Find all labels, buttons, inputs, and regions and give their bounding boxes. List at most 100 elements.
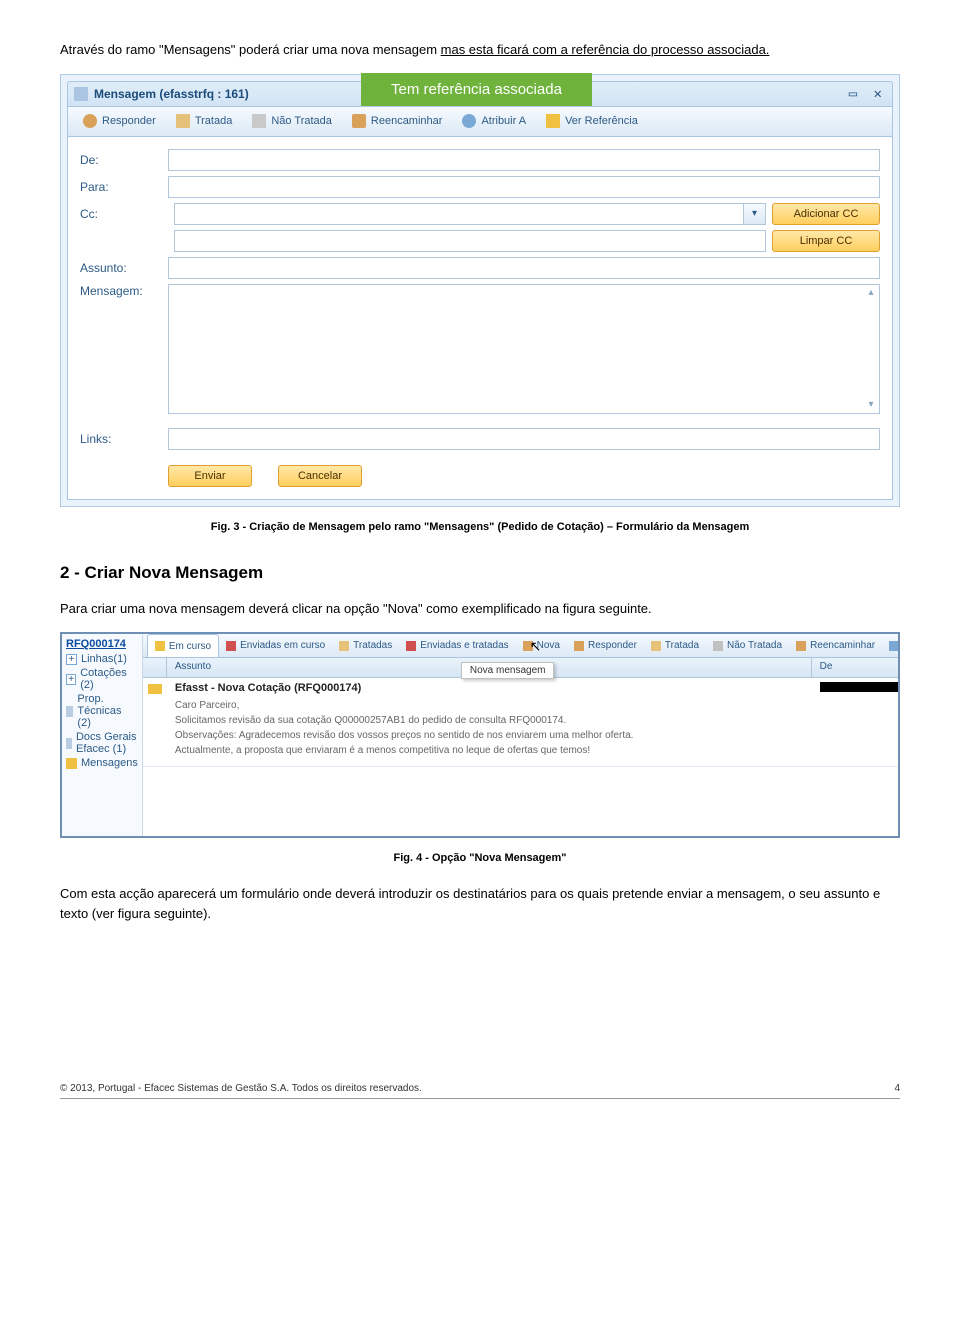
tree-label: Cotações (2) (80, 667, 138, 691)
ver-referencia-button[interactable]: Ver Referência (537, 110, 647, 132)
scroll-down-icon[interactable]: ▾ (866, 400, 876, 410)
tab-label: Reencaminhar (810, 640, 875, 651)
nao-tratada-button[interactable]: Não Tratada (243, 110, 341, 132)
tree-label: Prop. Técnicas (2) (77, 693, 137, 729)
tab-label: Em curso (169, 641, 211, 652)
footer-rule (60, 1098, 900, 1099)
tab-responder[interactable]: Responder (567, 634, 644, 657)
cc-label: Cc: (80, 207, 168, 221)
tree-node-cotacoes[interactable]: + Cotações (2) (66, 667, 138, 691)
tree-label: Docs Gerais Efacec (1) (76, 731, 138, 755)
forward-icon (352, 114, 366, 128)
preview-line: Actualmente, a proposta que enviaram é a… (175, 743, 804, 758)
col-de[interactable]: De (812, 658, 900, 677)
tree-node-docs[interactable]: Docs Gerais Efacec (1) (66, 731, 138, 755)
figure4-caption: Fig. 4 - Opção "Nova Mensagem" (60, 852, 900, 864)
enviar-button[interactable]: Enviar (168, 465, 252, 487)
atribuir-a-label: Atribuir A (481, 115, 526, 127)
tab-nova[interactable]: Nova↖ (516, 634, 567, 657)
tab-reencaminhar[interactable]: Reencaminhar (789, 634, 882, 657)
row-preview: Caro Parceiro, Solicitamos revisão da su… (175, 698, 804, 758)
tab-nao-tratada[interactable]: Não Tratada (706, 634, 789, 657)
folder-icon (66, 706, 73, 717)
forward-icon (796, 641, 806, 651)
mailbox-list: Efasst - Nova Cotação (RFQ000174) Caro P… (143, 678, 900, 836)
cc-dropdown-icon[interactable]: ▾ (744, 203, 766, 225)
tree-root[interactable]: RFQ000174 (66, 638, 138, 650)
reference-banner: Tem referência associada (361, 73, 592, 106)
intro-underlined: mas esta ficará com a referência do proc… (441, 42, 770, 57)
footer-page-number: 4 (894, 1083, 900, 1094)
tab-label: Enviadas em curso (240, 640, 325, 651)
assunto-input[interactable] (168, 257, 880, 279)
tab-em-curso[interactable]: Em curso (147, 634, 219, 657)
atribuir-a-button[interactable]: Atribuir A (453, 110, 535, 132)
mailbox-tabs: Em curso Enviadas em curso Tratadas Envi… (143, 634, 900, 658)
page-icon (74, 87, 88, 101)
col-icon (143, 658, 167, 677)
para-input[interactable] (168, 176, 880, 198)
tab-atribuir-a[interactable]: Atribuir A (882, 634, 900, 657)
tratada-button[interactable]: Tratada (167, 110, 242, 132)
tree-node-prop-tec[interactable]: Prop. Técnicas (2) (66, 693, 138, 729)
expand-icon[interactable]: + (66, 654, 77, 665)
reference-icon (546, 114, 560, 128)
closed-envelope-icon (252, 114, 266, 128)
open-envelope-icon (176, 114, 190, 128)
assunto-label: Assunto: (80, 261, 168, 275)
adicionar-cc-button[interactable]: Adicionar CC (772, 203, 880, 225)
footer-copyright: © 2013, Portugal - Efacec Sistemas de Ge… (60, 1083, 422, 1094)
figure3-caption: Fig. 3 - Criação de Mensagem pelo ramo "… (60, 521, 900, 533)
mensagem-textarea[interactable]: ▴▾ (168, 284, 880, 414)
tab-enviadas-curso[interactable]: Enviadas em curso (219, 634, 332, 657)
links-input[interactable] (168, 428, 880, 450)
links-label: Links: (80, 432, 168, 446)
de-label: De: (80, 153, 168, 167)
cc-select-input[interactable] (174, 203, 744, 225)
page-footer: © 2013, Portugal - Efacec Sistemas de Ge… (60, 1083, 900, 1094)
de-input[interactable] (168, 149, 880, 171)
tree-label: Linhas(1) (81, 653, 127, 665)
tab-label: Tratadas (353, 640, 392, 651)
intro-paragraph: Através do ramo "Mensagens" poderá criar… (60, 40, 900, 60)
sent-icon (406, 641, 416, 651)
tab-label: Não Tratada (727, 640, 782, 651)
assign-icon (462, 114, 476, 128)
nova-tooltip: Nova mensagem (461, 662, 555, 679)
folder-icon (66, 758, 77, 769)
section2-paragraph: Para criar uma nova mensagem deverá clic… (60, 599, 900, 619)
reencaminhar-label: Reencaminhar (371, 115, 443, 127)
tab-label: Enviadas e tratadas (420, 640, 508, 651)
message-dialog-figure: Tem referência associada Mensagem (efass… (60, 74, 900, 507)
tree-node-linhas[interactable]: + Linhas(1) (66, 653, 138, 665)
tab-tratada[interactable]: Tratada (644, 634, 706, 657)
preview-line: Caro Parceiro, (175, 698, 804, 713)
row-sender-redacted (820, 682, 900, 692)
limpar-cc-button[interactable]: Limpar CC (772, 230, 880, 252)
cancelar-button[interactable]: Cancelar (278, 465, 362, 487)
open-envelope-icon (339, 641, 349, 651)
tree-label: Mensagens (81, 757, 138, 769)
reply-icon (83, 114, 97, 128)
dialog-form: De: Para: Cc: ▾ Adicionar CC Limpar CC A… (67, 137, 893, 500)
reply-icon (574, 641, 584, 651)
cc-list-input[interactable] (174, 230, 766, 252)
tab-label: Tratada (665, 640, 699, 651)
tab-tratadas[interactable]: Tratadas (332, 634, 399, 657)
tratada-label: Tratada (195, 115, 233, 127)
responder-button[interactable]: Responder (74, 110, 165, 132)
section2-heading: 2 - Criar Nova Mensagem (60, 563, 900, 583)
assign-icon (889, 641, 899, 651)
expand-icon[interactable]: + (66, 674, 76, 685)
closed-envelope-icon (713, 641, 723, 651)
window-controls[interactable]: ▭ ✕ (849, 86, 886, 102)
reencaminhar-button[interactable]: Reencaminhar (343, 110, 452, 132)
sent-icon (226, 641, 236, 651)
cursor-icon: ↖ (530, 638, 542, 655)
row-subject: Efasst - Nova Cotação (RFQ000174) (175, 682, 804, 694)
mailbox-row[interactable]: Efasst - Nova Cotação (RFQ000174) Caro P… (143, 678, 900, 767)
scroll-up-icon[interactable]: ▴ (866, 288, 876, 298)
doc-icon (66, 738, 72, 749)
tree-node-mensagens[interactable]: Mensagens (66, 757, 138, 769)
tab-enviadas-tratadas[interactable]: Enviadas e tratadas (399, 634, 515, 657)
